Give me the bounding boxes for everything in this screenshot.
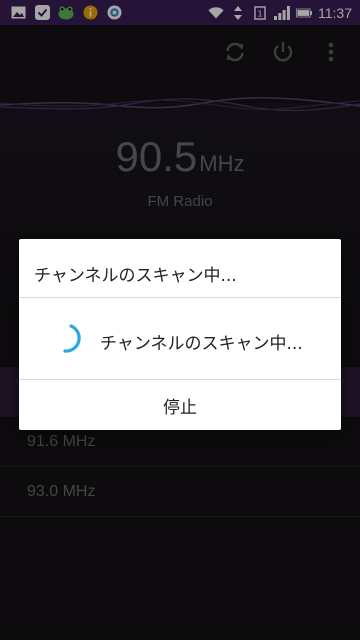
scan-dialog: チャンネルのスキャン中... チャンネルのスキャン中... 停止 <box>19 239 341 430</box>
dialog-message: チャンネルのスキャン中... <box>100 334 303 354</box>
dialog-title: チャンネルのスキャン中... <box>34 266 237 286</box>
spinner-icon <box>63 324 81 353</box>
dialog-body: チャンネルのスキャン中... <box>19 298 341 379</box>
stop-button[interactable]: 停止 <box>19 380 341 430</box>
